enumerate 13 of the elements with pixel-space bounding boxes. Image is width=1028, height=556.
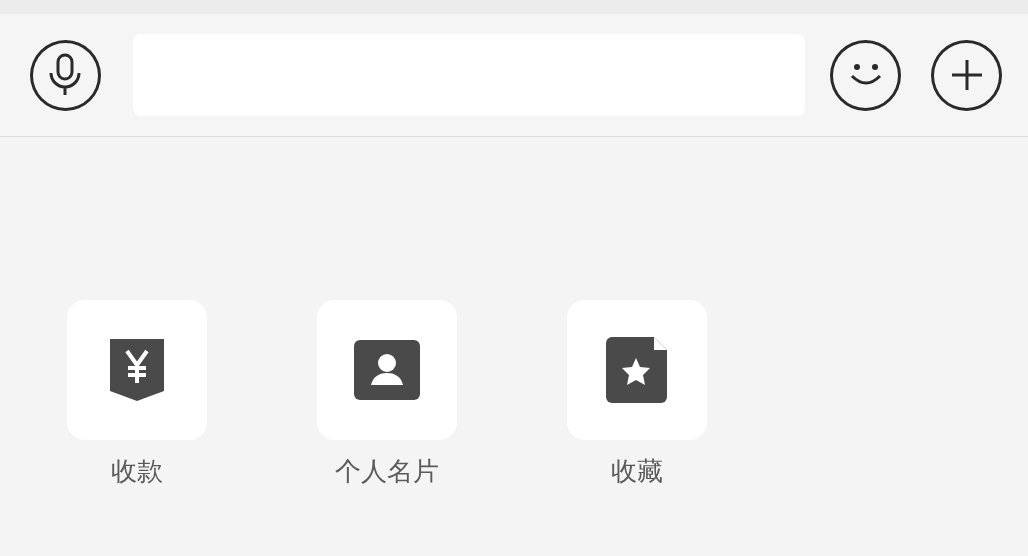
microphone-icon: [48, 53, 83, 97]
tile-label: 收藏: [611, 455, 663, 488]
contact-card-icon: [353, 339, 421, 401]
panel-tile[interactable]: [317, 300, 457, 440]
panel-tile[interactable]: [567, 300, 707, 440]
star-document-icon: [606, 336, 668, 404]
panel-tile[interactable]: [67, 300, 207, 440]
plus-icon: [949, 58, 984, 92]
tile-label: 收款: [111, 455, 163, 488]
add-button[interactable]: [931, 39, 1002, 111]
voice-button[interactable]: [30, 39, 101, 111]
emoji-button[interactable]: [830, 39, 902, 111]
tile-label: 个人名片: [335, 455, 439, 488]
